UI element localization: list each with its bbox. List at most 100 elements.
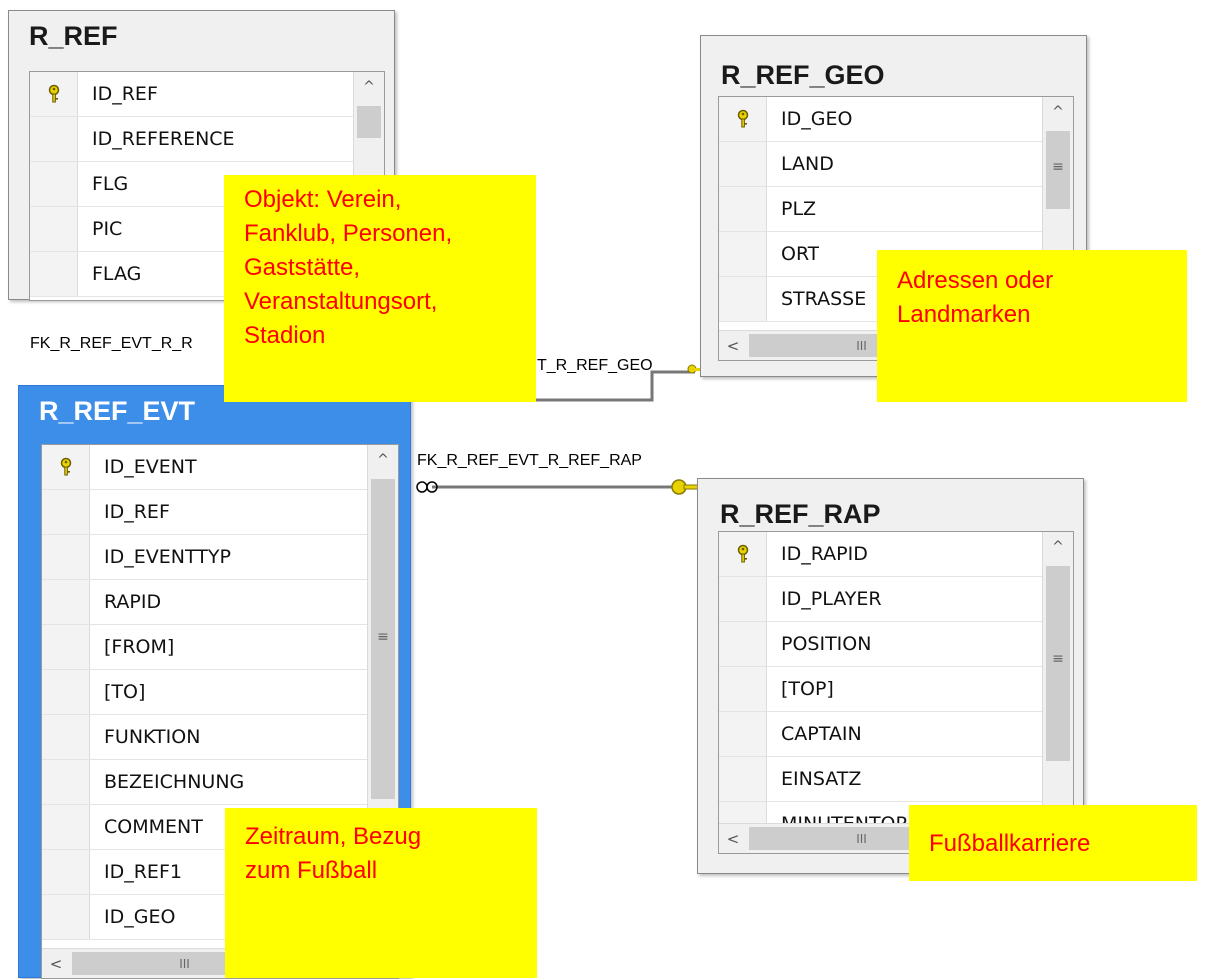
column-row[interactable]: ID_REF [42, 490, 367, 535]
row-selector[interactable] [719, 667, 767, 711]
row-selector[interactable] [719, 232, 767, 276]
column-name: COMMENT [104, 816, 203, 838]
table-title: R_REF [29, 21, 118, 51]
column-name: ID_GEO [104, 906, 176, 928]
column-name: PIC [92, 218, 123, 240]
column-row[interactable]: [FROM] [42, 625, 367, 670]
column-name: ID_EVENTTYP [104, 546, 231, 568]
column-name: ID_REFERENCE [92, 128, 235, 150]
note-line: zum Fußball [245, 857, 378, 884]
column-name: [FROM] [104, 636, 175, 658]
scroll-up-icon[interactable]: ^ [1043, 532, 1073, 562]
row-selector[interactable] [719, 577, 767, 621]
column-row[interactable]: LAND [719, 142, 1042, 187]
scroll-thumb[interactable]: ≡ [371, 479, 395, 799]
row-selector[interactable] [42, 625, 90, 669]
column-row[interactable]: POSITION [719, 622, 1042, 667]
row-selector[interactable] [719, 142, 767, 186]
row-selector[interactable] [30, 162, 78, 206]
column-row[interactable]: ID_EVENTTYP [42, 535, 367, 580]
column-name: FLG [92, 173, 129, 195]
row-selector[interactable] [42, 805, 90, 849]
table-title: R_REF_RAP [720, 499, 881, 529]
note-line: Objekt: Verein, [244, 186, 402, 213]
column-row[interactable]: ID_RAPID [719, 532, 1042, 577]
row-selector[interactable] [42, 670, 90, 714]
column-name: POSITION [781, 633, 872, 655]
column-row[interactable]: [TO] [42, 670, 367, 715]
note-adressen: Adressen oder Landmarken [877, 250, 1187, 402]
scroll-up-icon[interactable]: ^ [1043, 97, 1073, 127]
column-row[interactable]: [TOP] [719, 667, 1042, 712]
row-selector[interactable] [719, 532, 767, 576]
row-selector[interactable] [42, 850, 90, 894]
column-name: ORT [781, 243, 820, 265]
column-row[interactable]: ID_EVENT [42, 445, 367, 490]
grip-icon: ≡ [1052, 159, 1064, 175]
row-selector[interactable] [42, 715, 90, 759]
primary-key-icon [48, 84, 59, 103]
scroll-thumb[interactable]: ≡ [1046, 131, 1070, 209]
column-name: RAPID [104, 591, 162, 613]
scroll-thumb[interactable] [357, 106, 381, 138]
column-name: ID_GEO [781, 108, 853, 130]
row-selector[interactable] [42, 895, 90, 939]
row-selector[interactable] [719, 712, 767, 756]
row-selector[interactable] [719, 757, 767, 801]
scroll-up-icon[interactable]: ^ [354, 72, 384, 102]
grip-icon: III [179, 956, 190, 971]
note-line: Veranstaltungsort, [244, 288, 438, 315]
row-selector[interactable] [30, 117, 78, 161]
row-selector[interactable] [42, 760, 90, 804]
row-selector[interactable] [30, 252, 78, 296]
column-row[interactable]: PLZ [719, 187, 1042, 232]
row-selector[interactable] [719, 622, 767, 666]
scroll-left-icon[interactable]: < [721, 824, 745, 853]
fk-rap-label: FK_R_REF_EVT_R_REF_RAP [417, 452, 642, 469]
scroll-left-icon[interactable]: < [721, 331, 745, 360]
column-name: LAND [781, 153, 834, 175]
fk-geo-label: T_R_REF_GEO [537, 357, 653, 374]
row-selector[interactable] [42, 535, 90, 579]
column-name: FUNKTION [104, 726, 201, 748]
note-zeitraum: Zeitraum, Bezug zum Fußball [225, 808, 537, 978]
grip-icon: ≡ [1052, 651, 1064, 667]
column-row[interactable]: RAPID [42, 580, 367, 625]
row-selector[interactable] [30, 72, 78, 116]
column-name: [TOP] [781, 678, 834, 700]
note-line: Zeitraum, Bezug [245, 823, 422, 850]
column-name: [TO] [104, 681, 146, 703]
row-selector[interactable] [30, 207, 78, 251]
column-row[interactable]: ID_PLAYER [719, 577, 1042, 622]
column-name: ID_RAPID [781, 543, 868, 565]
row-selector[interactable] [42, 580, 90, 624]
column-row[interactable]: ID_GEO [719, 97, 1042, 142]
table-title: R_REF_GEO [721, 60, 885, 90]
one-end-key-icon [671, 479, 699, 495]
column-name: ID_PLAYER [781, 588, 882, 610]
row-selector[interactable] [42, 490, 90, 534]
row-selector[interactable] [42, 445, 90, 489]
row-selector[interactable] [719, 187, 767, 231]
scroll-thumb[interactable]: ≡ [1046, 566, 1070, 761]
note-line: Stadion [244, 322, 326, 349]
column-name: ID_REF [104, 501, 170, 523]
column-row[interactable]: FUNKTION [42, 715, 367, 760]
scroll-left-icon[interactable]: < [44, 949, 68, 978]
table-title: R_REF_EVT [39, 396, 196, 426]
column-name: PLZ [781, 198, 817, 220]
row-selector[interactable] [719, 277, 767, 321]
note-line: Gaststätte, [244, 254, 361, 281]
column-row[interactable]: CAPTAIN [719, 712, 1042, 757]
column-row[interactable]: ID_REF [30, 72, 353, 117]
column-row[interactable]: ID_REFERENCE [30, 117, 353, 162]
row-selector[interactable] [719, 97, 767, 141]
grip-icon: III [856, 338, 867, 353]
column-name: ID_EVENT [104, 456, 197, 478]
column-row[interactable]: EINSATZ [719, 757, 1042, 802]
scroll-up-icon[interactable]: ^ [368, 445, 398, 475]
note-line: Adressen oder [897, 267, 1054, 294]
column-row[interactable]: BEZEICHNUNG [42, 760, 367, 805]
vertical-scrollbar[interactable]: ^ ≡ [1042, 532, 1073, 823]
column-name: BEZEICHNUNG [104, 771, 245, 793]
